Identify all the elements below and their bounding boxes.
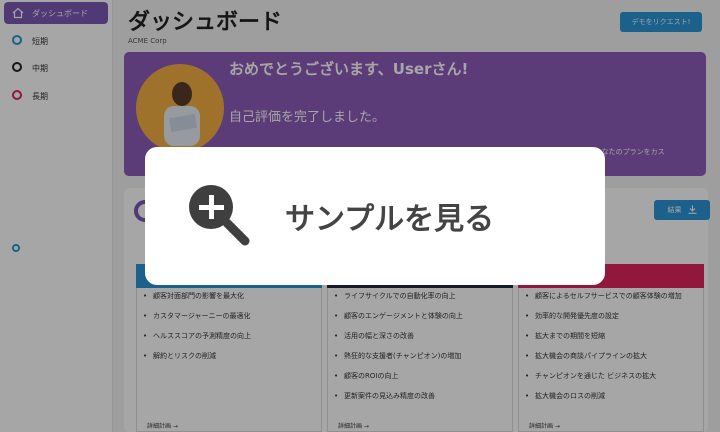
- view-sample-button[interactable]: サンプルを見る: [145, 147, 605, 285]
- zoom-in-icon: [145, 179, 253, 253]
- view-sample-label: サンプルを見る: [285, 202, 495, 237]
